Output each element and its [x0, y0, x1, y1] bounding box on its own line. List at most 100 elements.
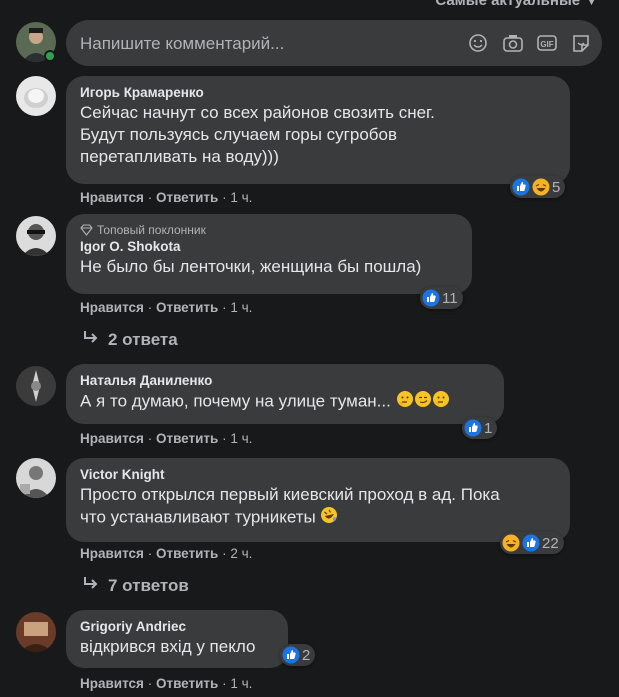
comment-text-line: что устанавливают турникеты [80, 506, 556, 530]
camera-icon[interactable] [502, 33, 524, 53]
separator: · [222, 546, 227, 561]
comment-bubble: Топовый поклонник Igor O. Shokota Не был… [66, 214, 472, 294]
separator: · [147, 546, 153, 561]
separator: · [147, 190, 153, 205]
separator: · [222, 190, 227, 205]
like-link[interactable]: Нравится [80, 546, 144, 561]
author-name[interactable]: Grigoriy Andriec [80, 618, 274, 636]
view-replies-link[interactable]: 7 ответов [82, 575, 189, 596]
reaction-summary[interactable]: 2 [280, 644, 316, 666]
emoji-icon[interactable] [468, 33, 490, 53]
reply-link[interactable]: Ответить [156, 190, 218, 205]
comment-actions: Нравится · Ответить · 2 ч. [80, 546, 252, 561]
comment-actions: Нравится · Ответить · 1 ч. [80, 676, 252, 691]
avatar[interactable] [16, 76, 56, 116]
separator: · [222, 676, 227, 691]
reaction-count: 1 [484, 419, 493, 437]
sort-label: Самые актуальные [435, 0, 581, 9]
reaction-count: 2 [302, 646, 311, 664]
comment-bubble: Наталья Даниленко А я то думаю, почему н… [66, 364, 504, 424]
comment-text-line: Просто открылся первый киевский проход в… [80, 485, 500, 504]
sticker-icon[interactable] [570, 33, 592, 53]
comment-text-line: Сейчас начнут со всех районов свозить сн… [80, 103, 435, 122]
timestamp[interactable]: 1 ч. [230, 300, 252, 315]
comment-bubble: Игорь Крамаренко Сейчас начнут со всех р… [66, 76, 570, 184]
comment-1: Игорь Крамаренко Сейчас начнут со всех р… [16, 76, 596, 206]
avatar[interactable] [16, 458, 56, 498]
chevron-down-icon: ▼ [586, 0, 597, 8]
like-icon [282, 646, 300, 664]
comment-actions: Нравится · Ответить · 1 ч. [80, 431, 252, 446]
avatar[interactable] [16, 216, 56, 256]
reaction-summary[interactable]: 5 [510, 176, 566, 198]
thinking-emoji-icon [396, 390, 414, 414]
rofl-emoji-icon [320, 506, 338, 530]
reaction-count: 11 [442, 289, 458, 307]
comment-actions: Нравится · Ответить · 1 ч. [80, 300, 252, 315]
view-replies-link[interactable]: 2 ответа [82, 329, 178, 350]
comment-bubble: Victor Knight Просто открылся первый кие… [66, 458, 570, 542]
author-name[interactable]: Victor Knight [80, 466, 556, 484]
comment-text-line: відкрився вхід у пекло [80, 637, 256, 656]
separator: · [147, 676, 153, 691]
like-link[interactable]: Нравится [80, 300, 144, 315]
reaction-summary[interactable]: 11 [420, 287, 463, 309]
reply-arrow-icon [82, 575, 100, 596]
comment-4: Victor Knight Просто открылся первый кие… [16, 458, 596, 568]
avatar[interactable] [16, 612, 56, 652]
sort-dropdown[interactable]: Самые актуальные ▼ [435, 0, 597, 9]
comment-placeholder: Напишите комментарий... [80, 34, 285, 53]
svg-text:GIF: GIF [540, 40, 553, 49]
avatar[interactable] [16, 366, 56, 406]
reply-link[interactable]: Ответить [156, 676, 218, 691]
comment-text: А я то думаю, почему на улице туман... [80, 391, 391, 411]
timestamp[interactable]: 1 ч. [230, 190, 252, 205]
comment-composer: Напишите комментарий... GIF [16, 20, 602, 66]
reply-arrow-icon [82, 329, 100, 350]
timestamp[interactable]: 2 ч. [230, 546, 252, 561]
comment-bubble: Grigoriy Andriec відкрився вхід у пекло [66, 610, 288, 668]
comment-actions: Нравится · Ответить · 1 ч. [80, 190, 252, 205]
timestamp[interactable]: 1 ч. [230, 431, 252, 446]
timestamp[interactable]: 1 ч. [230, 676, 252, 691]
haha-icon [532, 178, 550, 196]
like-icon [512, 178, 530, 196]
reaction-summary[interactable]: 1 [462, 417, 498, 439]
reply-link[interactable]: Ответить [156, 431, 218, 446]
comment-input[interactable]: Напишите комментарий... GIF [66, 20, 602, 66]
comment-text: что устанавливают турникеты [80, 507, 316, 527]
comment-text-line: Не было бы ленточки, женщина бы пошла) [80, 257, 422, 276]
comment-2: Топовый поклонник Igor O. Shokota Не был… [16, 214, 596, 324]
comment-3: Наталья Даниленко А я то думаю, почему н… [16, 364, 596, 454]
separator: · [147, 300, 153, 315]
like-icon [422, 289, 440, 307]
diamond-icon [80, 224, 93, 236]
replies-count: 2 ответа [108, 329, 178, 349]
smirk-emoji-icon [414, 390, 432, 414]
badge-label: Топовый поклонник [97, 223, 206, 237]
online-status-dot [44, 50, 56, 62]
author-name[interactable]: Igor O. Shokota [80, 238, 458, 256]
like-icon [464, 419, 482, 437]
author-name[interactable]: Наталья Даниленко [80, 372, 490, 390]
comment-text-line: А я то думаю, почему на улице туман... [80, 390, 490, 414]
author-name[interactable]: Игорь Крамаренко [80, 84, 556, 102]
separator: · [222, 300, 227, 315]
haha-icon [502, 534, 520, 552]
comment-text-line: перетапливать на воду))) [80, 147, 279, 166]
reaction-summary[interactable]: 22 [500, 532, 564, 554]
reaction-count: 22 [542, 534, 559, 552]
reaction-count: 5 [552, 178, 561, 196]
replies-count: 7 ответов [108, 575, 189, 595]
top-fan-badge: Топовый поклонник [80, 222, 458, 238]
reply-link[interactable]: Ответить [156, 546, 218, 561]
like-icon [522, 534, 540, 552]
like-link[interactable]: Нравится [80, 190, 144, 205]
comment-5: Grigoriy Andriec відкрився вхід у пекло … [16, 610, 596, 697]
thinking-emoji-icon [432, 390, 450, 414]
like-link[interactable]: Нравится [80, 676, 144, 691]
separator: · [222, 431, 227, 446]
gif-icon[interactable]: GIF [536, 33, 558, 53]
reply-link[interactable]: Ответить [156, 300, 218, 315]
like-link[interactable]: Нравится [80, 431, 144, 446]
